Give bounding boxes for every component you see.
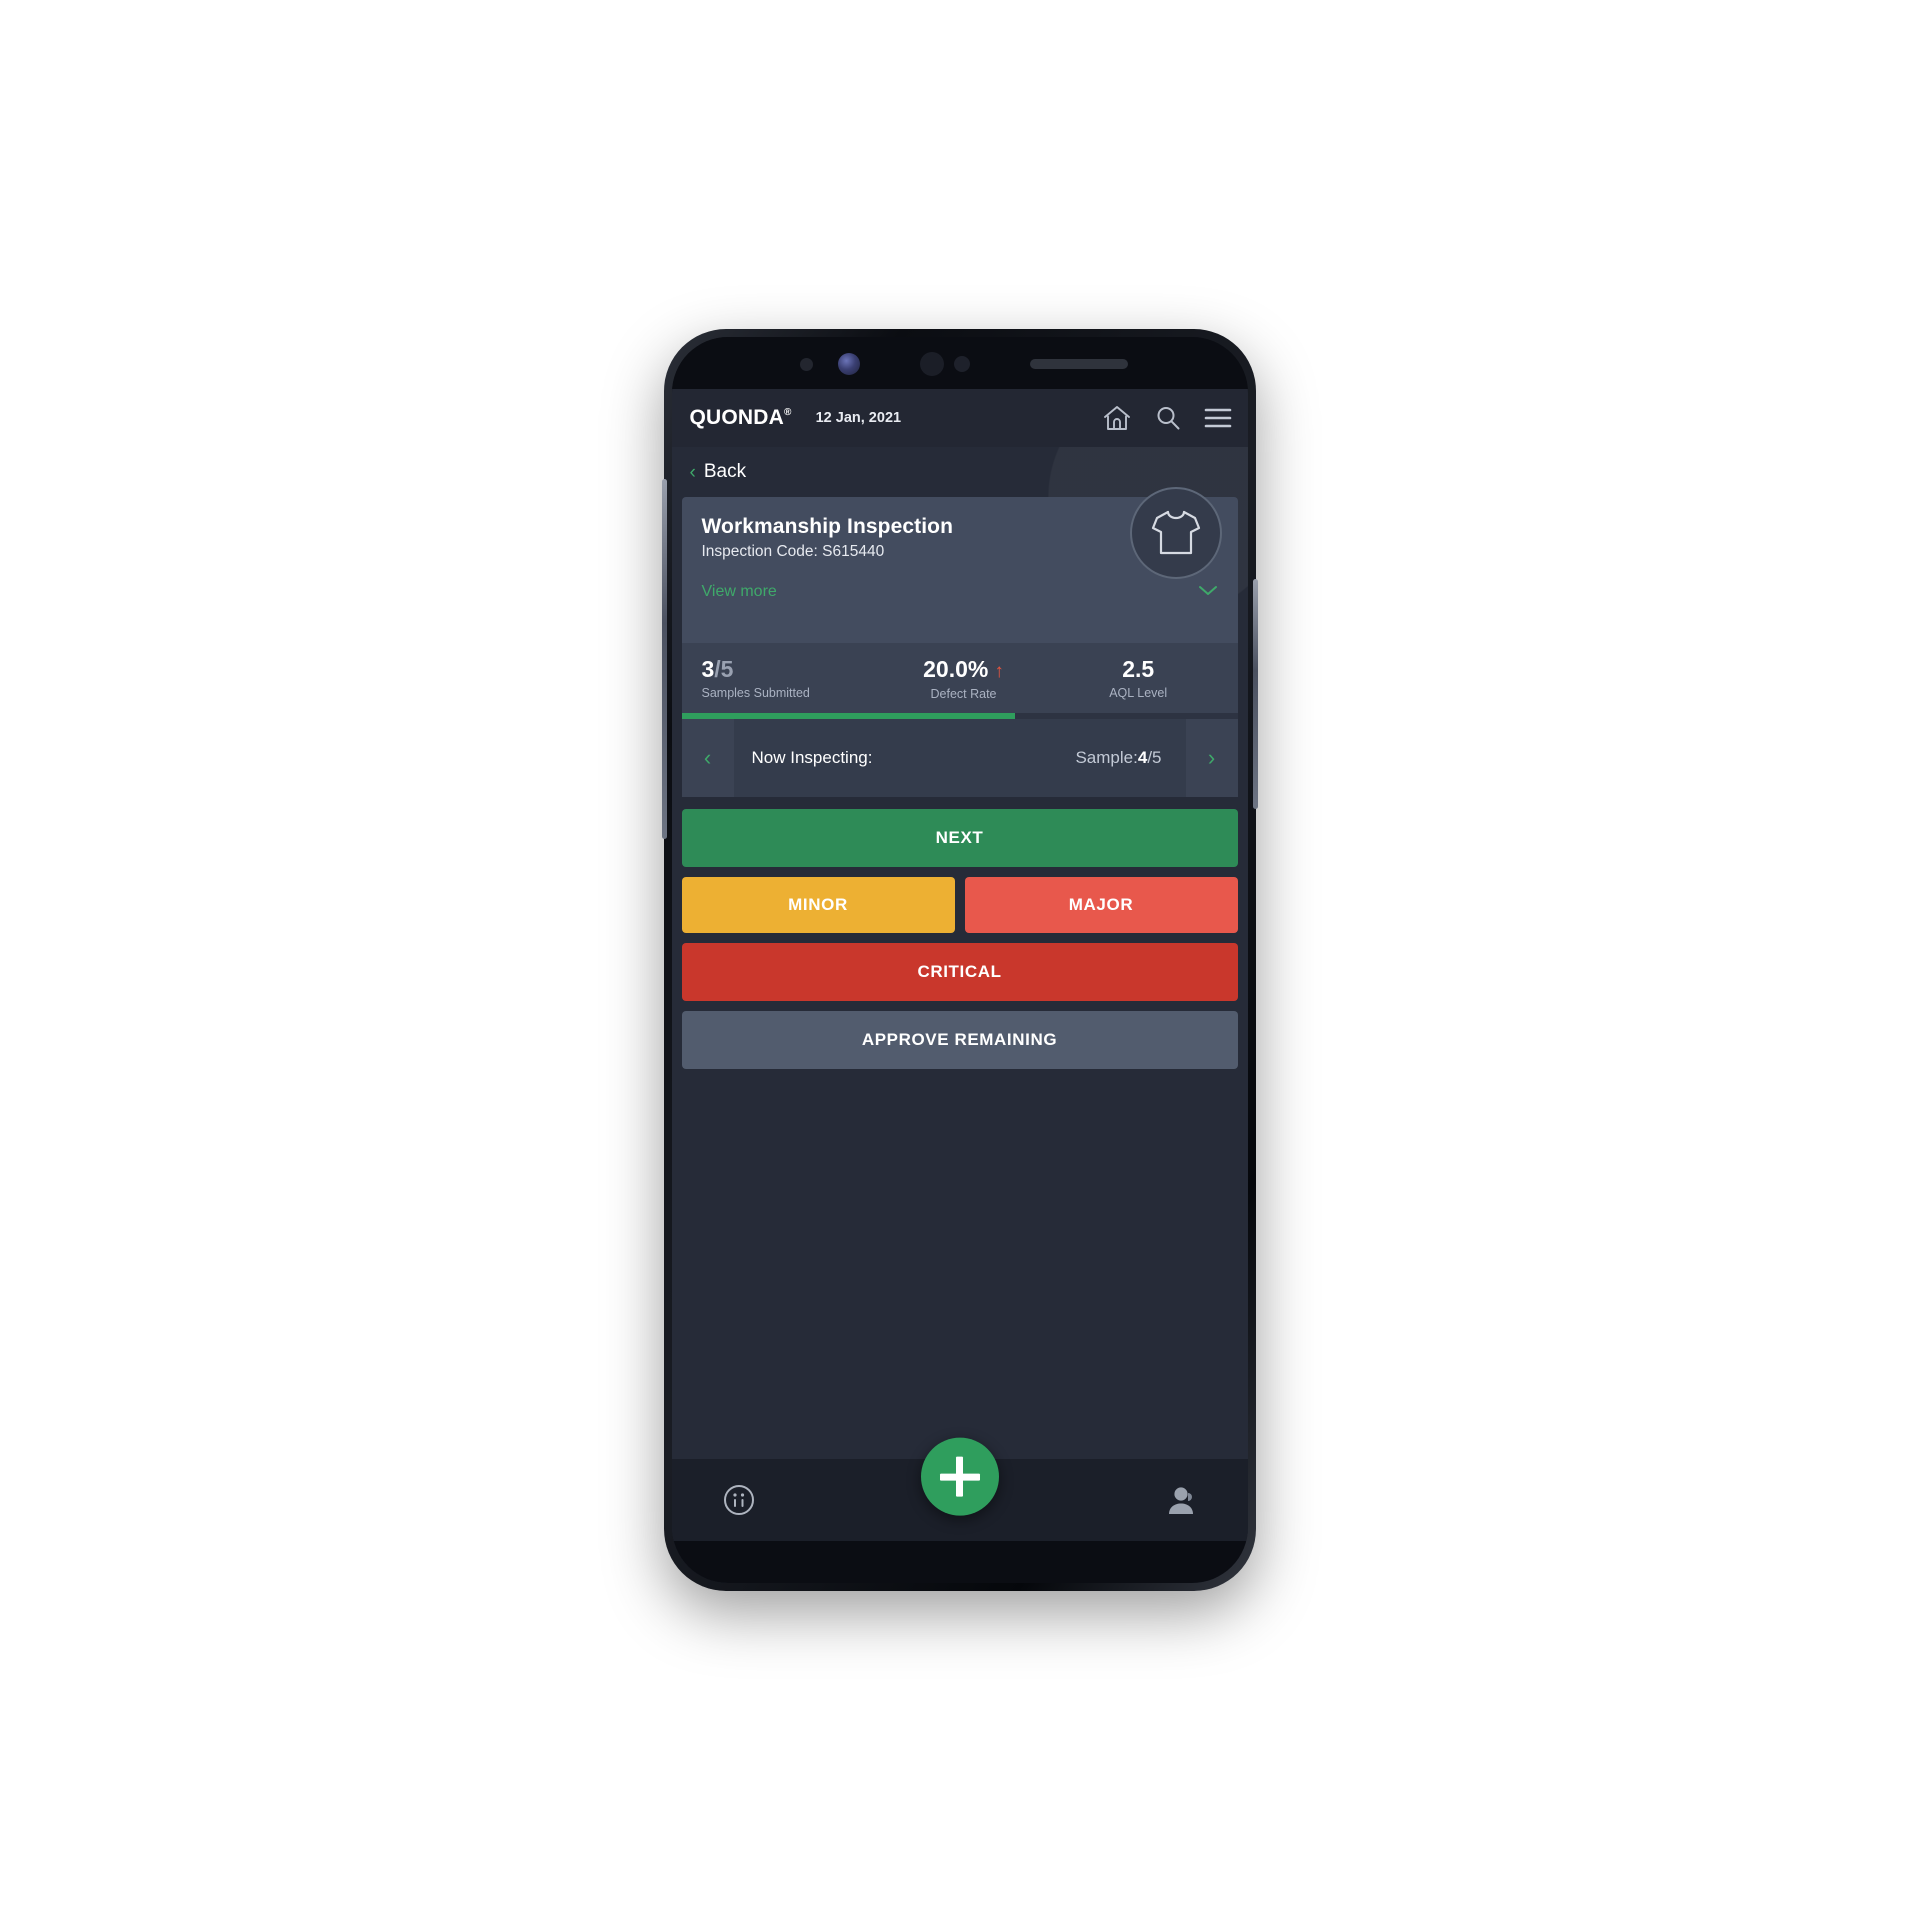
major-defect-button[interactable]: MAJOR [964,876,1238,933]
phone-device: QUONDA ® 12 Jan, 2021 ‹ Back Workmanship… [661,329,1258,1591]
chevron-left-icon: ‹ [689,461,696,483]
inspection-info-card: Workmanship Inspection Inspection Code: … [681,487,1238,643]
stat-label: Defect Rate [930,686,997,701]
stat-value-main: 20.0% [923,656,989,682]
volume-buttons [661,479,667,839]
header-date: 12 Jan, 2021 [815,410,902,426]
view-more-toggle[interactable]: View more [702,583,1218,615]
next-sample-button[interactable]: › [1185,718,1238,797]
device-top-bezel [671,337,1248,389]
trend-up-icon: ↑ [994,661,1004,682]
sample-navigator-center: Now Inspecting: Sample:4/5 [734,719,1186,797]
stat-value-suffix: /5 [714,656,734,682]
light-sensor [953,356,970,372]
header-actions [1102,404,1232,432]
sample-counter-current: 4 [1137,747,1148,767]
sample-counter: Sample:4/5 [1075,748,1161,768]
app-body: ‹ Back Workmanship Inspection Inspection… [671,447,1248,1583]
info-circle-icon[interactable] [722,1483,756,1517]
front-camera [919,352,944,376]
stat-value-main: 2.5 [1122,656,1155,682]
plus-icon-vertical [956,1456,963,1497]
stat-value: 20.0% ↑ [876,657,1051,682]
power-button [1252,579,1258,809]
content-spacer [671,1068,1248,1459]
now-inspecting-label: Now Inspecting: [751,747,873,767]
app-header: QUONDA ® 12 Jan, 2021 [671,389,1248,447]
stat-defect-rate: 20.0% ↑ Defect Rate [876,657,1051,701]
stat-label: Samples Submitted [701,686,810,701]
previous-sample-button[interactable]: ‹ [681,718,734,797]
registered-mark: ® [784,407,792,418]
add-button[interactable] [920,1437,999,1516]
defect-buttons-row: MINOR MAJOR [681,876,1238,933]
stats-row: 3/5 Samples Submitted 20.0% ↑ Defect Rate… [681,643,1238,713]
sample-counter-prefix: Sample: [1075,747,1138,767]
hamburger-menu-icon[interactable] [1204,407,1232,429]
stat-label: AQL Level [1109,686,1168,701]
tshirt-icon [1129,487,1222,579]
screenshot-stage: QUONDA ® 12 Jan, 2021 ‹ Back Workmanship… [0,0,1919,1920]
stat-aql-level: 2.5 AQL Level [1051,657,1238,701]
back-label: Back [703,461,747,482]
view-more-label: View more [701,583,777,600]
stat-samples-submitted: 3/5 Samples Submitted [682,657,877,701]
app-logo[interactable]: QUONDA ® [690,406,792,430]
search-icon[interactable] [1154,404,1182,432]
sample-counter-total: /5 [1147,747,1162,767]
stat-value: 3/5 [702,657,877,681]
proximity-sensor [799,358,813,371]
minor-defect-button[interactable]: MINOR [681,876,955,933]
action-buttons: NEXT MINOR MAJOR CRITICAL APPROVE REMAIN… [672,808,1248,1069]
bottom-navigation [671,1437,1248,1541]
earpiece-speaker [1029,359,1128,369]
next-button[interactable]: NEXT [681,808,1238,867]
stat-value: 2.5 [1051,657,1226,681]
approve-remaining-button[interactable]: APPROVE REMAINING [681,1010,1238,1069]
progress-bar [681,712,1238,719]
chevron-down-icon [1198,585,1218,600]
support-agent-icon[interactable] [1164,1483,1198,1517]
app-logo-text: QUONDA [689,406,785,429]
iris-scanner [837,353,860,375]
sample-navigator: ‹ Now Inspecting: Sample:4/5 › [681,718,1238,797]
home-icon[interactable] [1102,404,1132,432]
phone-screen: QUONDA ® 12 Jan, 2021 ‹ Back Workmanship… [671,337,1248,1583]
device-bottom-bezel [671,1541,1248,1583]
progress-bar-fill [681,712,1016,719]
critical-defect-button[interactable]: CRITICAL [681,942,1238,1001]
stat-value-main: 3 [701,656,715,682]
